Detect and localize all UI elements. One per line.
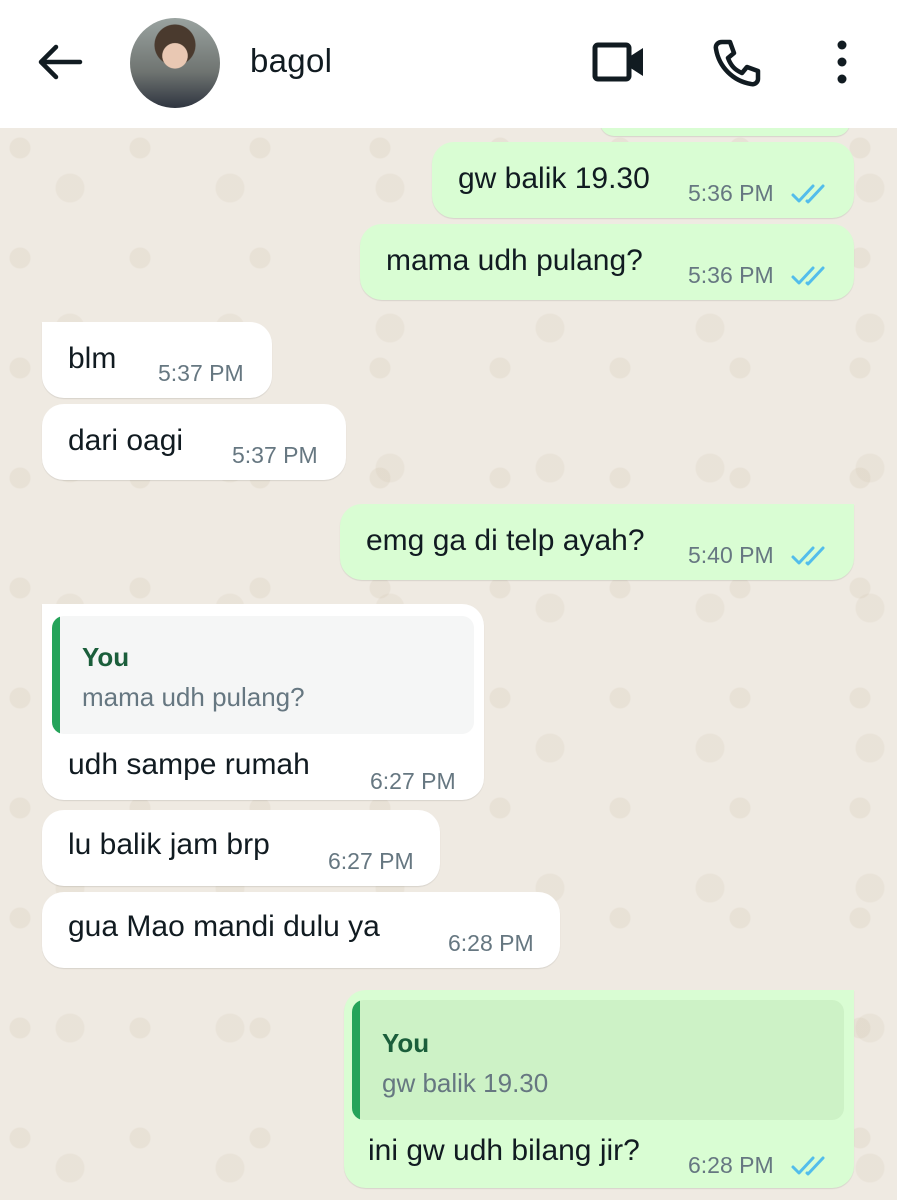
message-text: udh sampe rumah: [68, 748, 310, 781]
video-call-icon[interactable]: [592, 40, 646, 84]
read-receipt-icon: [791, 1156, 825, 1176]
message-bubble-incoming[interactable]: gua Mao mandi dulu ya 6:28 PM: [42, 892, 560, 968]
message-time: 6:27 PM: [370, 768, 456, 794]
message-time: 5:37 PM: [158, 360, 244, 386]
more-options-icon[interactable]: [830, 38, 854, 86]
message-bubble-outgoing[interactable]: gw balik 19.30 5:36 PM: [432, 142, 854, 218]
quote-author: You: [82, 642, 130, 672]
chat-area[interactable]: gw balik 19.30 5:36 PM mama udh pulang? …: [0, 128, 897, 1200]
message-bubble-outgoing[interactable]: emg ga di telp ayah? 5:40 PM: [340, 504, 854, 580]
contact-avatar[interactable]: [130, 18, 220, 108]
message-bubble-outgoing-reply[interactable]: You gw balik 19.30 ini gw udh bilang jir…: [344, 990, 854, 1188]
message-bubble-incoming[interactable]: lu balik jam brp 6:27 PM: [42, 810, 440, 886]
quote-text: mama udh pulang?: [82, 682, 305, 712]
message-bubble-partial: [600, 128, 850, 136]
message-bubble-incoming[interactable]: blm 5:37 PM: [42, 322, 272, 398]
message-text: blm: [68, 342, 117, 375]
quote-author: You: [382, 1028, 430, 1058]
quote-text: gw balik 19.30: [382, 1068, 549, 1098]
message-bubble-incoming-reply[interactable]: You mama udh pulang? udh sampe rumah 6:2…: [42, 604, 484, 800]
message-text: gw balik 19.30: [458, 162, 650, 195]
back-arrow-icon[interactable]: [36, 42, 84, 82]
read-receipt-icon: [791, 184, 825, 204]
message-time: 5:36 PM: [688, 262, 774, 288]
phone-call-icon[interactable]: [712, 38, 762, 88]
message-text: ini gw udh bilang jir?: [368, 1134, 640, 1167]
message-text: emg ga di telp ayah?: [366, 524, 645, 557]
message-text: gua Mao mandi dulu ya: [68, 910, 380, 943]
contact-name[interactable]: bagol: [250, 42, 332, 80]
quoted-message[interactable]: You gw balik 19.30: [352, 1000, 844, 1120]
read-receipt-icon: [791, 266, 825, 286]
message-time: 6:28 PM: [448, 930, 534, 956]
quote-bar: [352, 1000, 360, 1120]
message-time: 5:40 PM: [688, 542, 774, 568]
quote-bar: [52, 616, 60, 734]
message-bubble-incoming[interactable]: dari oagi 5:37 PM: [42, 404, 346, 480]
message-text: dari oagi: [68, 424, 184, 457]
quoted-message[interactable]: You mama udh pulang?: [52, 616, 474, 734]
message-text: mama udh pulang?: [386, 244, 643, 277]
message-time: 5:36 PM: [688, 180, 774, 206]
read-receipt-icon: [791, 546, 825, 566]
message-time: 6:27 PM: [328, 848, 414, 874]
message-time: 5:37 PM: [232, 442, 318, 468]
message-bubble-outgoing[interactable]: mama udh pulang? 5:36 PM: [360, 224, 854, 300]
message-time: 6:28 PM: [688, 1152, 774, 1178]
message-text: lu balik jam brp: [68, 828, 270, 861]
chat-header: bagol: [0, 0, 897, 128]
